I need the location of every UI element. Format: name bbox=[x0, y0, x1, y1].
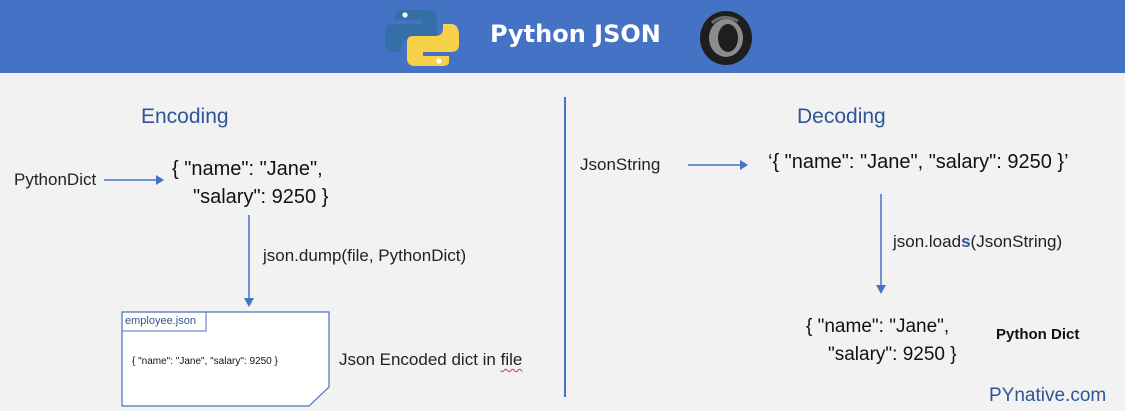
python-dict-result-label: Python Dict bbox=[996, 326, 1080, 343]
encoding-dict-line1: { "name": "Jane", bbox=[172, 158, 323, 180]
json-dump-label: json.dump(file, PythonDict) bbox=[263, 246, 467, 265]
decoding-result-line1: { "name": "Jane", bbox=[806, 316, 950, 337]
encoding-title: Encoding bbox=[141, 105, 229, 128]
decoding-down-arrow bbox=[876, 194, 886, 294]
json-logo-icon bbox=[700, 11, 752, 65]
decoding-title: Decoding bbox=[797, 105, 886, 128]
json-loads-s: s bbox=[961, 232, 971, 251]
json-loads-suffix: (JsonString) bbox=[970, 232, 1063, 251]
json-string-value: ‘{ "name": "Jane", "salary": 9250 }’ bbox=[768, 151, 1069, 173]
encoding-down-arrow bbox=[244, 215, 254, 307]
decoding-input-arrow bbox=[688, 160, 748, 170]
file-caption-word: file bbox=[500, 350, 523, 369]
python-logo-icon bbox=[385, 10, 459, 66]
json-string-label: JsonString bbox=[580, 155, 661, 174]
page-title: Python JSON bbox=[490, 20, 661, 48]
file-name: employee.json bbox=[125, 315, 196, 327]
header-banner: Python JSON bbox=[0, 0, 1125, 73]
file-content: { "name": "Jane", "salary": 9250 } bbox=[132, 356, 278, 367]
json-loads-label: json.loads(JsonString) bbox=[893, 232, 1062, 252]
section-divider bbox=[564, 97, 566, 397]
encoding-input-arrow bbox=[104, 175, 164, 185]
python-dict-label: PythonDict bbox=[14, 170, 97, 189]
json-loads-prefix: json.load bbox=[893, 232, 962, 251]
file-caption-text: Json Encoded dict in bbox=[339, 350, 501, 369]
file-caption: Json Encoded dict in file bbox=[339, 350, 522, 370]
decoding-result-line2: "salary": 9250 } bbox=[828, 344, 957, 365]
brand-text: PYnative.com bbox=[989, 385, 1107, 406]
encoding-dict-line2: "salary": 9250 } bbox=[193, 186, 329, 208]
